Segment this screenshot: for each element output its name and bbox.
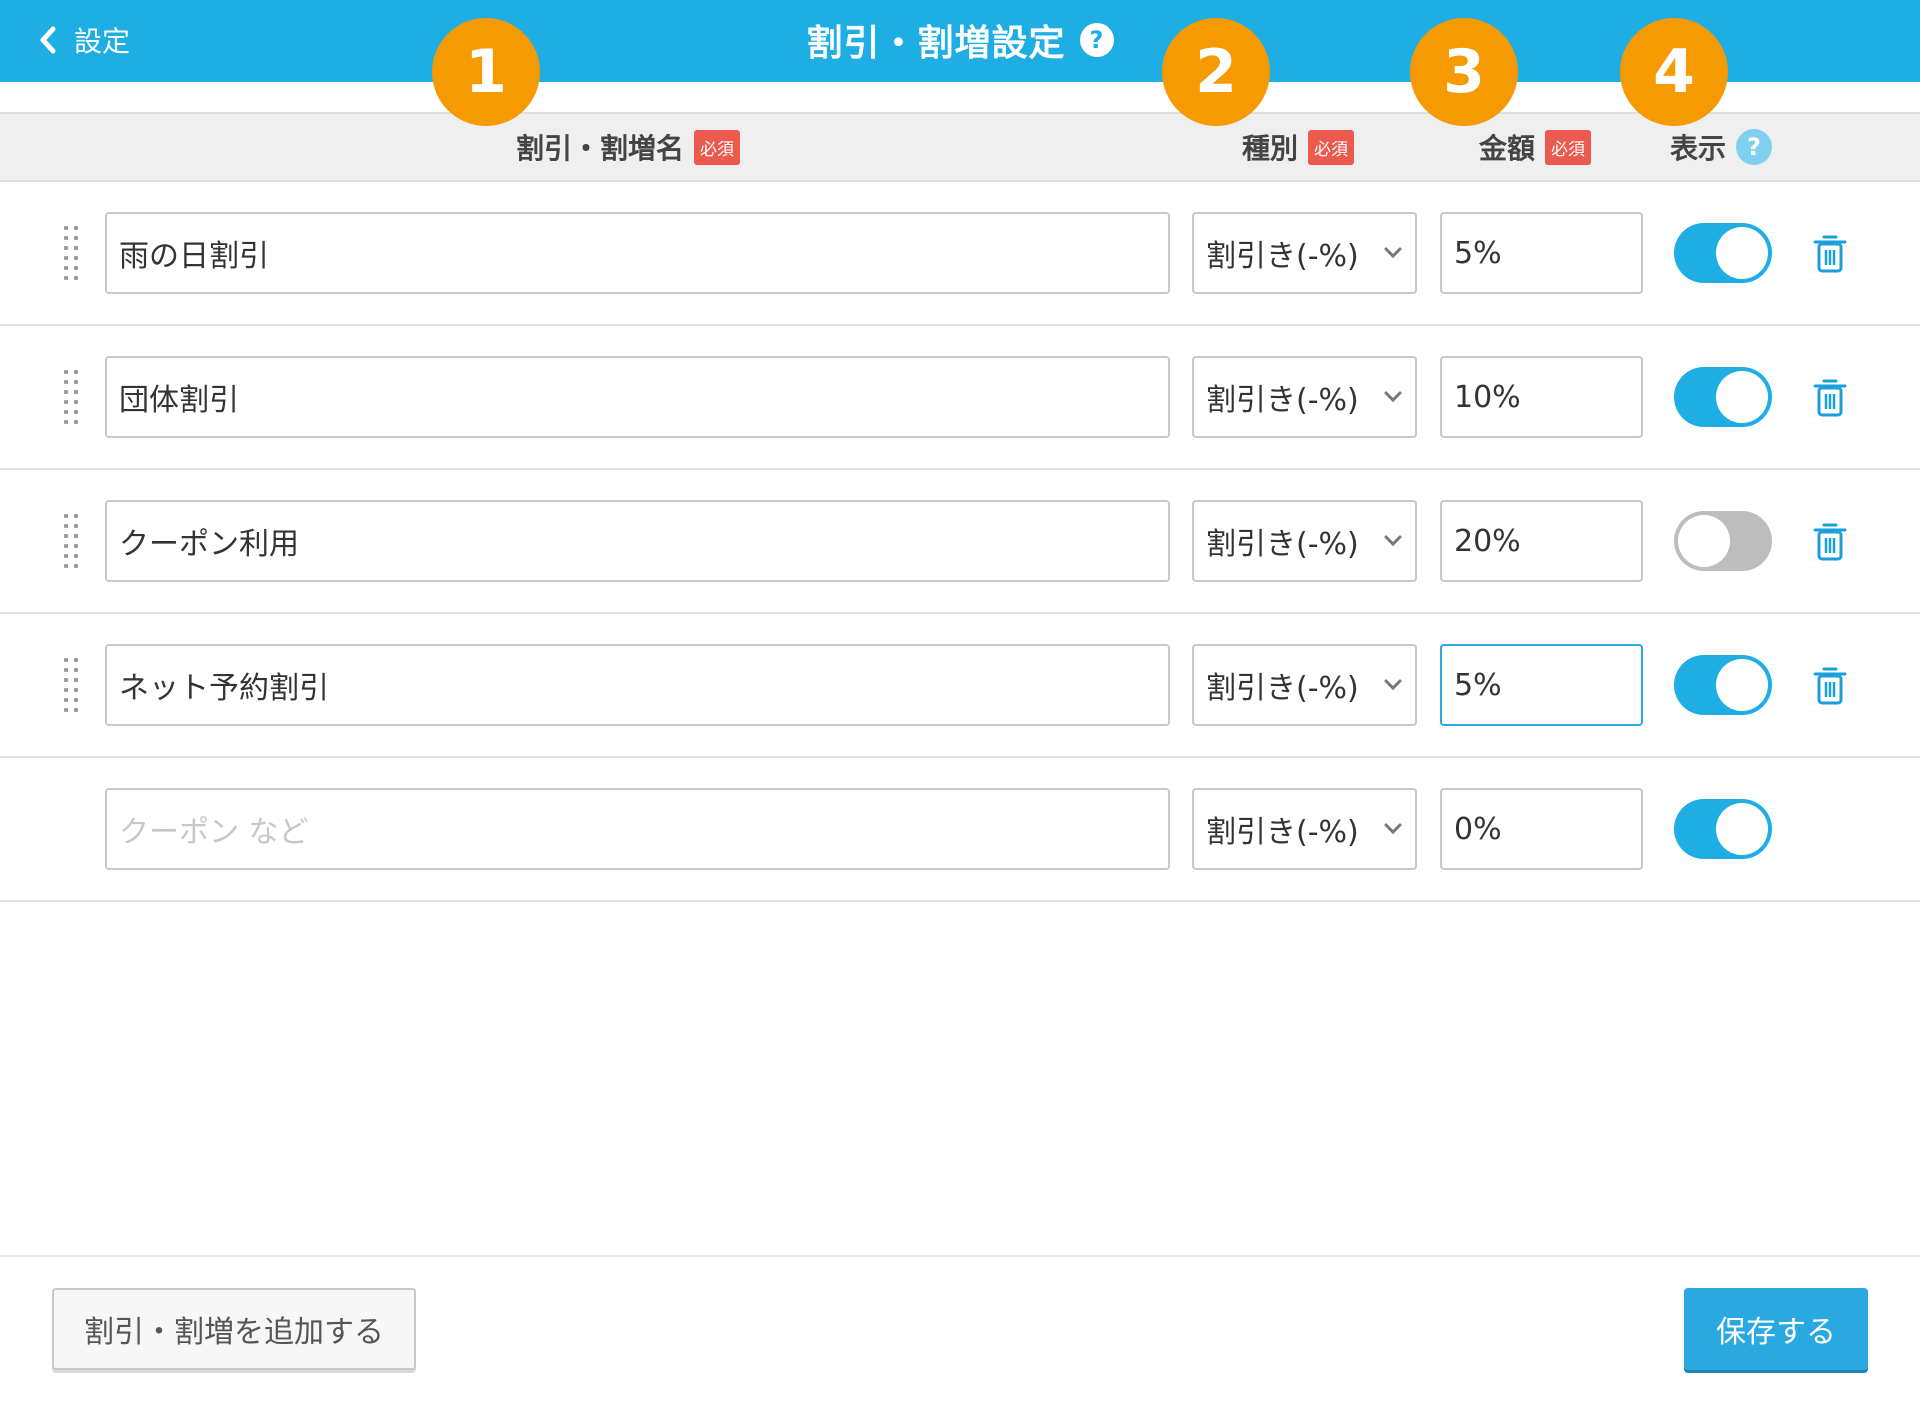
new-discount-name-input[interactable]: クーポン など [105, 788, 1170, 870]
discount-type-select[interactable]: 割引き(-%) [1192, 500, 1417, 582]
discount-row: ネット予約割引 割引き(-%) 5% [0, 614, 1920, 758]
toggle-knob [1716, 803, 1768, 855]
toggle-knob [1678, 515, 1730, 567]
add-discount-button[interactable]: 割引・割増を追加する [52, 1288, 416, 1370]
drag-handle-icon[interactable] [64, 226, 80, 282]
discount-row: クーポン利用 割引き(-%) 20% [0, 470, 1920, 614]
discount-name-input[interactable]: ネット予約割引 [105, 644, 1170, 726]
discount-type-select[interactable]: 割引き(-%) [1192, 356, 1417, 438]
save-button[interactable]: 保存する [1684, 1288, 1868, 1370]
chevron-down-icon [1384, 391, 1402, 403]
discount-type-value: 割引き(-%) [1206, 239, 1359, 274]
step-marker-1: 1 [432, 18, 540, 126]
step-marker-3: 3 [1410, 18, 1518, 126]
column-type-label: 種別 [1242, 132, 1299, 165]
question-circle-icon[interactable]: ? [1736, 129, 1773, 165]
column-header-name: 割引・割増名 必須 [516, 114, 741, 180]
discount-type-value: 割引き(-%) [1206, 815, 1359, 850]
footer-divider [0, 1255, 1920, 1257]
trash-icon[interactable] [1812, 376, 1848, 418]
discount-type-value: 割引き(-%) [1206, 671, 1359, 706]
required-badge: 必須 [1545, 129, 1592, 165]
drag-handle-icon[interactable] [64, 658, 80, 714]
amount-input[interactable]: 0% [1440, 788, 1643, 870]
step-marker-2: 2 [1162, 18, 1270, 126]
chevron-down-icon [1384, 247, 1402, 259]
discount-name-input[interactable]: 団体割引 [105, 356, 1170, 438]
discount-type-value: 割引き(-%) [1206, 527, 1359, 562]
drag-handle-icon[interactable] [64, 514, 80, 570]
discount-type-select[interactable]: 割引き(-%) [1192, 644, 1417, 726]
amount-input[interactable]: 20% [1440, 500, 1643, 582]
display-toggle[interactable] [1674, 655, 1772, 715]
column-amount-label: 金額 [1479, 132, 1536, 165]
column-header-amount: 金額 必須 [1479, 114, 1592, 180]
step-marker-4: 4 [1620, 18, 1728, 126]
required-badge: 必須 [1308, 129, 1355, 165]
display-toggle[interactable] [1674, 223, 1772, 283]
drag-handle-icon[interactable] [64, 370, 80, 426]
trash-icon[interactable] [1812, 664, 1848, 706]
toggle-knob [1716, 659, 1768, 711]
question-circle-icon[interactable]: ? [1079, 23, 1114, 57]
page-title: 割引・割増設定 [806, 23, 1066, 64]
amount-input[interactable]: 5% [1440, 644, 1643, 726]
chevron-down-icon [1384, 823, 1402, 835]
toggle-knob [1716, 227, 1768, 279]
column-display-label: 表示 [1670, 132, 1727, 165]
display-toggle[interactable] [1674, 799, 1772, 859]
discount-row: 団体割引 割引き(-%) 10% [0, 326, 1920, 470]
discount-type-select[interactable]: 割引き(-%) [1192, 788, 1417, 870]
column-header: 割引・割増名 必須 種別 必須 金額 必須 表示 ? [0, 112, 1920, 182]
discount-row: 雨の日割引 割引き(-%) 5% [0, 182, 1920, 326]
display-toggle[interactable] [1674, 511, 1772, 571]
new-discount-row: クーポン など 割引き(-%) 0% [0, 758, 1920, 902]
discount-type-select[interactable]: 割引き(-%) [1192, 212, 1417, 294]
amount-input[interactable]: 10% [1440, 356, 1643, 438]
discount-name-input[interactable]: クーポン利用 [105, 500, 1170, 582]
trash-icon[interactable] [1812, 232, 1848, 274]
chevron-down-icon [1384, 679, 1402, 691]
toggle-knob [1716, 371, 1768, 423]
column-header-type: 種別 必須 [1242, 114, 1355, 180]
column-name-label: 割引・割増名 [516, 132, 685, 165]
amount-input[interactable]: 5% [1440, 212, 1643, 294]
display-toggle[interactable] [1674, 367, 1772, 427]
chevron-down-icon [1384, 535, 1402, 547]
discount-type-value: 割引き(-%) [1206, 383, 1359, 418]
required-badge: 必須 [694, 129, 741, 165]
discount-name-input[interactable]: 雨の日割引 [105, 212, 1170, 294]
trash-icon[interactable] [1812, 520, 1848, 562]
